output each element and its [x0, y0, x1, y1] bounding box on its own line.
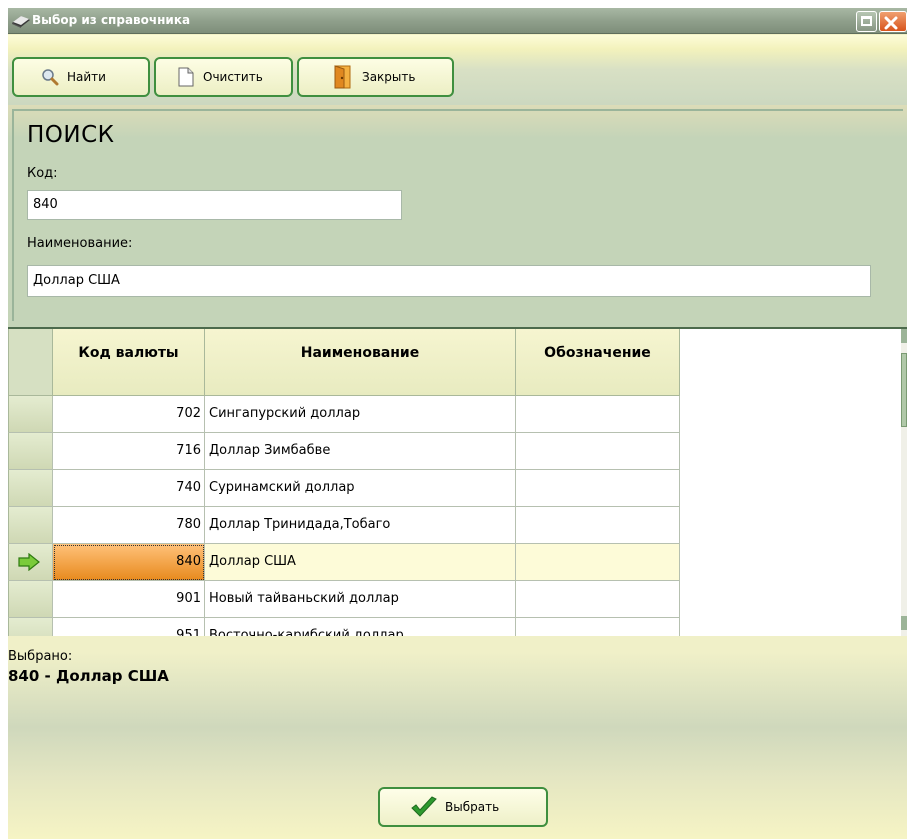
book-icon: [12, 16, 30, 28]
window-title: Выбор из справочника: [32, 13, 191, 27]
cell-code[interactable]: 716: [53, 433, 205, 470]
code-input[interactable]: 840: [27, 190, 402, 220]
maximize-icon: [861, 16, 872, 26]
selection-panel: Выбрано: 840 - Доллар США Выбрать: [8, 636, 907, 839]
cell-code[interactable]: 740: [53, 470, 205, 507]
exit-door-icon: [334, 65, 351, 89]
checkmark-icon: [411, 796, 437, 817]
close-icon: [884, 16, 898, 30]
dialog-window: Выбор из справочника Найти Очистить Закр…: [8, 8, 907, 839]
row-selector[interactable]: [8, 581, 53, 618]
cell-symbol[interactable]: [516, 581, 680, 618]
close-button-label: Закрыть: [362, 70, 416, 84]
cell-code[interactable]: 840: [53, 544, 205, 581]
close-window-button[interactable]: [879, 11, 907, 32]
choose-button[interactable]: Выбрать: [378, 787, 548, 827]
cell-name[interactable]: Доллар США: [205, 544, 516, 581]
title-bar[interactable]: Выбор из справочника: [8, 8, 907, 34]
toolbar: Найти Очистить Закрыть: [8, 35, 907, 105]
clear-button-label: Очистить: [203, 70, 263, 84]
row-selector[interactable]: [8, 507, 53, 544]
row-selector[interactable]: [8, 433, 53, 470]
cell-code[interactable]: 901: [53, 581, 205, 618]
blank-document-icon: [178, 67, 194, 87]
cell-name[interactable]: Новый тайваньский доллар: [205, 581, 516, 618]
selected-label: Выбрано:: [8, 649, 73, 664]
close-button[interactable]: Закрыть: [297, 57, 454, 97]
scroll-down-arrow[interactable]: [901, 616, 907, 630]
row-selector-header: [8, 329, 53, 396]
maximize-button[interactable]: [856, 11, 877, 32]
scroll-thumb[interactable]: [901, 353, 907, 427]
currency-grid: Код валюты Наименование Обозначение 702 С…: [8, 327, 907, 655]
column-header-code[interactable]: Код валюты: [53, 329, 205, 396]
vertical-scrollbar[interactable]: [901, 329, 907, 638]
cell-name[interactable]: Суринамский доллар: [205, 470, 516, 507]
row-selector[interactable]: [8, 396, 53, 433]
search-title: ПОИСК: [27, 122, 115, 148]
cell-code[interactable]: 702: [53, 396, 205, 433]
row-selector[interactable]: [8, 544, 53, 581]
find-button[interactable]: Найти: [12, 57, 150, 97]
search-panel: ПОИСК Код: 840 Наименование: Доллар США: [8, 105, 907, 327]
row-selector[interactable]: [8, 470, 53, 507]
name-label: Наименование:: [27, 236, 133, 251]
cell-name[interactable]: Сингапурский доллар: [205, 396, 516, 433]
choose-button-label: Выбрать: [445, 800, 500, 814]
magnifier-icon: [42, 69, 59, 86]
cell-symbol[interactable]: [516, 433, 680, 470]
scroll-up-arrow[interactable]: [901, 329, 907, 343]
column-header-symbol[interactable]: Обозначение: [516, 329, 680, 396]
selected-value: 840 - Доллар США: [8, 667, 169, 685]
column-header-name[interactable]: Наименование: [205, 329, 516, 396]
cell-name[interactable]: Доллар Тринидада,Тобаго: [205, 507, 516, 544]
clear-button[interactable]: Очистить: [154, 57, 293, 97]
cell-symbol[interactable]: [516, 544, 680, 581]
cell-symbol[interactable]: [516, 396, 680, 433]
cell-symbol[interactable]: [516, 507, 680, 544]
find-button-label: Найти: [67, 70, 106, 84]
name-input[interactable]: Доллар США: [27, 265, 871, 297]
current-row-arrow-icon: [18, 553, 40, 571]
cell-code[interactable]: 780: [53, 507, 205, 544]
code-label: Код:: [27, 166, 58, 181]
cell-name[interactable]: Доллар Зимбабве: [205, 433, 516, 470]
cell-symbol[interactable]: [516, 470, 680, 507]
